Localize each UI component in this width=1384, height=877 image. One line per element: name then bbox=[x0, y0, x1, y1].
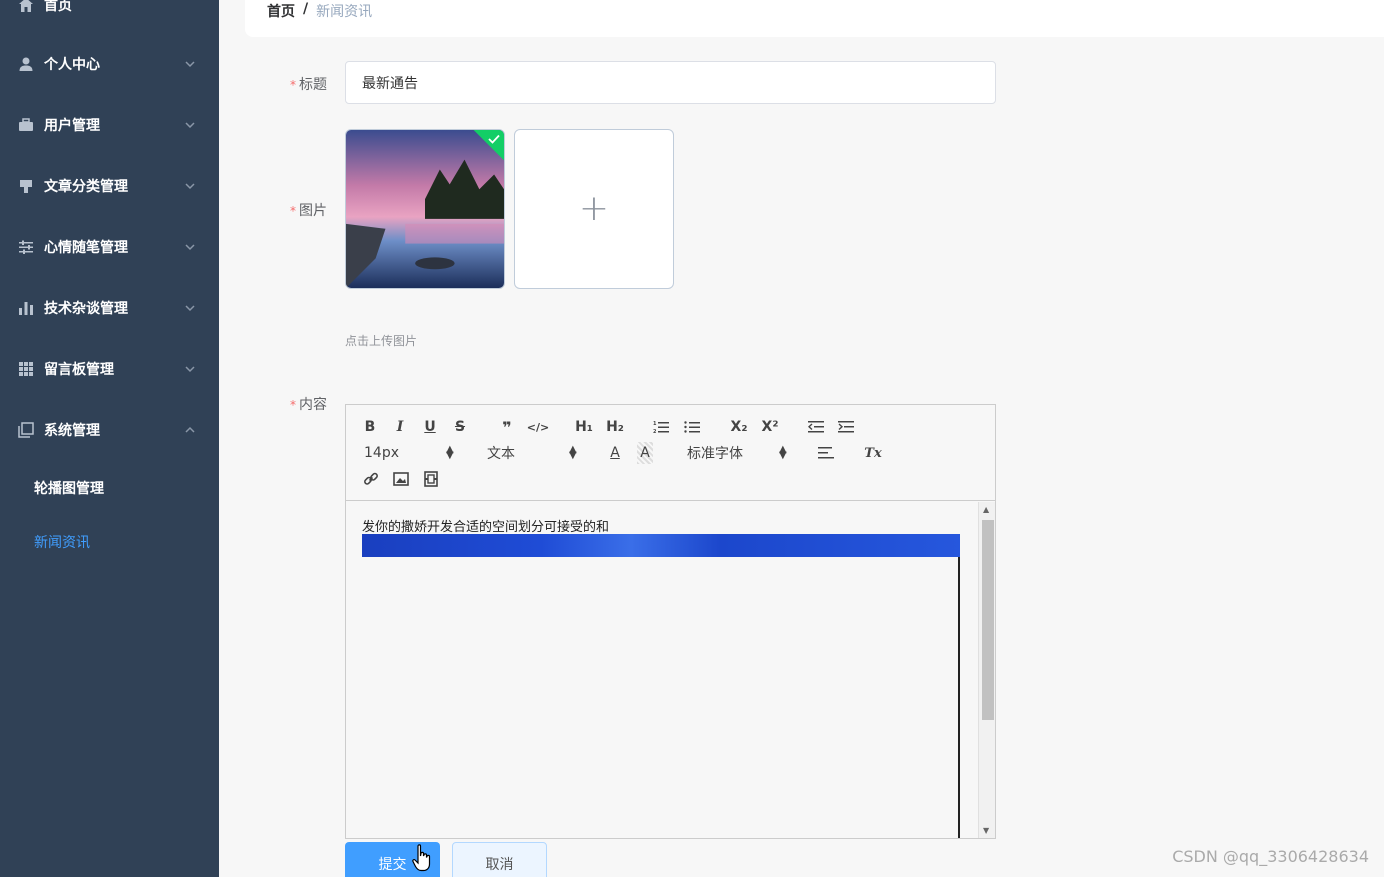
editor-content-area[interactable]: 发你的撒娇开发合适的空间划分可接受的和 bbox=[346, 502, 979, 838]
landscape-image bbox=[346, 130, 504, 288]
uploaded-image-thumbnail[interactable] bbox=[345, 129, 505, 289]
scroll-up-icon[interactable]: ▲ bbox=[983, 505, 989, 514]
ordered-list-icon[interactable]: 12 bbox=[652, 416, 670, 438]
breadcrumb-current: 新闻资讯 bbox=[316, 4, 373, 20]
clean-format-button[interactable]: Tx bbox=[863, 442, 883, 464]
link-icon[interactable] bbox=[362, 468, 380, 490]
sidebar-item-label: 留言板管理 bbox=[44, 362, 114, 378]
indent-icon[interactable] bbox=[837, 416, 855, 438]
sliders-icon bbox=[17, 238, 35, 256]
rich-text-editor: B I U S ❞ </> H₁ H₂ 12 X₂ X² 14px ▲ ▼ 文本 … bbox=[345, 404, 996, 839]
sidebar-item-message-board[interactable]: 留言板管理 bbox=[0, 349, 219, 389]
sidebar-item-label: 用户管理 bbox=[44, 118, 100, 134]
bullet-list-icon[interactable] bbox=[683, 416, 701, 438]
video-icon[interactable] bbox=[422, 468, 440, 490]
editor-toolbar: B I U S ❞ </> H₁ H₂ 12 X₂ X² 14px ▲ ▼ 文本 … bbox=[346, 405, 995, 501]
title-label: * 标题 bbox=[290, 77, 327, 93]
font-size-value: 14px bbox=[364, 445, 399, 461]
editor-scrollbar[interactable]: ▲ ▼ bbox=[978, 502, 995, 838]
sidebar-item-label: 文章分类管理 bbox=[44, 179, 128, 195]
scroll-down-icon[interactable]: ▼ bbox=[983, 826, 989, 835]
title-input-value: 最新通告 bbox=[362, 75, 418, 92]
sidebar-subitem-news[interactable]: 新闻资讯 bbox=[34, 532, 90, 552]
watermark: CSDN @qq_3306428634 bbox=[1172, 847, 1369, 866]
subscript-button[interactable]: X₂ bbox=[728, 416, 750, 438]
required-mark: * bbox=[290, 78, 296, 92]
sidebar-item-label: 首页 bbox=[44, 0, 72, 14]
image-icon[interactable] bbox=[392, 468, 410, 490]
sidebar: 首页 个人中心 用户管理 文章分类管理 心情随笔管理 技术杂谈管理 留言板管理 … bbox=[0, 0, 219, 877]
font-color-button[interactable]: A bbox=[607, 442, 623, 464]
strike-button[interactable]: S bbox=[452, 416, 468, 438]
embedded-image-preview bbox=[362, 534, 960, 557]
check-icon bbox=[488, 134, 500, 144]
bold-button[interactable]: B bbox=[362, 416, 378, 438]
bar-chart-icon bbox=[17, 299, 35, 317]
sidebar-item-label: 技术杂谈管理 bbox=[44, 301, 128, 317]
upload-tip: 点击上传图片 bbox=[345, 334, 418, 348]
breadcrumb-home[interactable]: 首页 bbox=[267, 1, 295, 21]
code-block-button[interactable]: </> bbox=[527, 416, 549, 438]
sidebar-item-label: 系统管理 bbox=[44, 423, 100, 439]
image-label: * 图片 bbox=[290, 203, 327, 219]
font-family-value: 标准字体 bbox=[687, 446, 743, 462]
sidebar-item-profile[interactable]: 个人中心 bbox=[0, 44, 219, 84]
plus-icon: + bbox=[578, 188, 610, 229]
svg-text:2: 2 bbox=[653, 429, 657, 434]
user-icon bbox=[17, 55, 35, 73]
chevron-down-icon bbox=[185, 301, 195, 312]
superscript-button[interactable]: X² bbox=[759, 416, 781, 438]
title-input[interactable]: 最新通告 bbox=[345, 61, 996, 104]
sidebar-item-tech-talk[interactable]: 技术杂谈管理 bbox=[0, 288, 219, 328]
grid-icon bbox=[17, 360, 35, 378]
content-label: * 内容 bbox=[290, 397, 327, 413]
required-mark: * bbox=[290, 204, 296, 218]
chevron-down-icon bbox=[185, 57, 195, 68]
outdent-icon[interactable] bbox=[807, 416, 825, 438]
hand-cursor-icon bbox=[412, 844, 431, 872]
font-size-select[interactable]: 14px ▲ ▼ bbox=[364, 442, 456, 464]
breadcrumb-bar: 首页 / 新闻资讯 bbox=[245, 0, 1384, 37]
sidebar-item-mood-notes[interactable]: 心情随笔管理 bbox=[0, 227, 219, 267]
blockquote-button[interactable]: ❞ bbox=[498, 416, 516, 438]
header-select[interactable]: 文本 ▲ ▼ bbox=[487, 442, 579, 464]
italic-button[interactable]: I bbox=[392, 416, 408, 438]
flag-icon bbox=[17, 177, 35, 195]
select-arrows-icon: ▲ ▼ bbox=[569, 444, 577, 461]
chevron-up-icon bbox=[185, 423, 195, 433]
sidebar-item-label: 个人中心 bbox=[44, 57, 100, 73]
chevron-down-icon bbox=[185, 179, 195, 190]
chevron-down-icon bbox=[185, 362, 195, 373]
select-arrows-icon: ▲ ▼ bbox=[779, 444, 787, 461]
header-value: 文本 bbox=[487, 446, 515, 462]
sidebar-item-home[interactable]: 首页 bbox=[0, 0, 219, 25]
font-family-select[interactable]: 标准字体 ▲ ▼ bbox=[687, 442, 793, 464]
breadcrumb: 首页 / 新闻资讯 bbox=[267, 1, 372, 21]
h2-button[interactable]: H₂ bbox=[604, 416, 626, 438]
briefcase-icon bbox=[17, 116, 35, 134]
chevron-down-icon bbox=[185, 240, 195, 251]
breadcrumb-separator: / bbox=[303, 1, 309, 17]
h1-button[interactable]: H₁ bbox=[573, 416, 595, 438]
background-color-button[interactable]: A bbox=[637, 442, 653, 464]
select-arrows-icon: ▲ ▼ bbox=[446, 444, 454, 461]
sidebar-subitem-carousel[interactable]: 轮播图管理 bbox=[34, 478, 104, 498]
embedded-image bbox=[362, 534, 960, 838]
home-icon bbox=[17, 0, 35, 14]
sidebar-item-label: 心情随笔管理 bbox=[44, 240, 128, 256]
underline-button[interactable]: U bbox=[422, 416, 438, 438]
scrollbar-thumb[interactable] bbox=[982, 520, 994, 720]
sidebar-item-users[interactable]: 用户管理 bbox=[0, 105, 219, 145]
cancel-button[interactable]: 取消 bbox=[452, 842, 547, 877]
sidebar-item-article-category[interactable]: 文章分类管理 bbox=[0, 166, 219, 206]
svg-text:1: 1 bbox=[653, 421, 657, 427]
chevron-down-icon bbox=[185, 118, 195, 129]
align-icon[interactable] bbox=[817, 442, 835, 464]
copy-icon bbox=[17, 421, 35, 439]
sidebar-item-system[interactable]: 系统管理 bbox=[0, 410, 219, 450]
upload-image-button[interactable]: + bbox=[514, 129, 674, 289]
editor-content-text: 发你的撒娇开发合适的空间划分可接受的和 bbox=[362, 520, 610, 535]
required-mark: * bbox=[290, 398, 296, 412]
